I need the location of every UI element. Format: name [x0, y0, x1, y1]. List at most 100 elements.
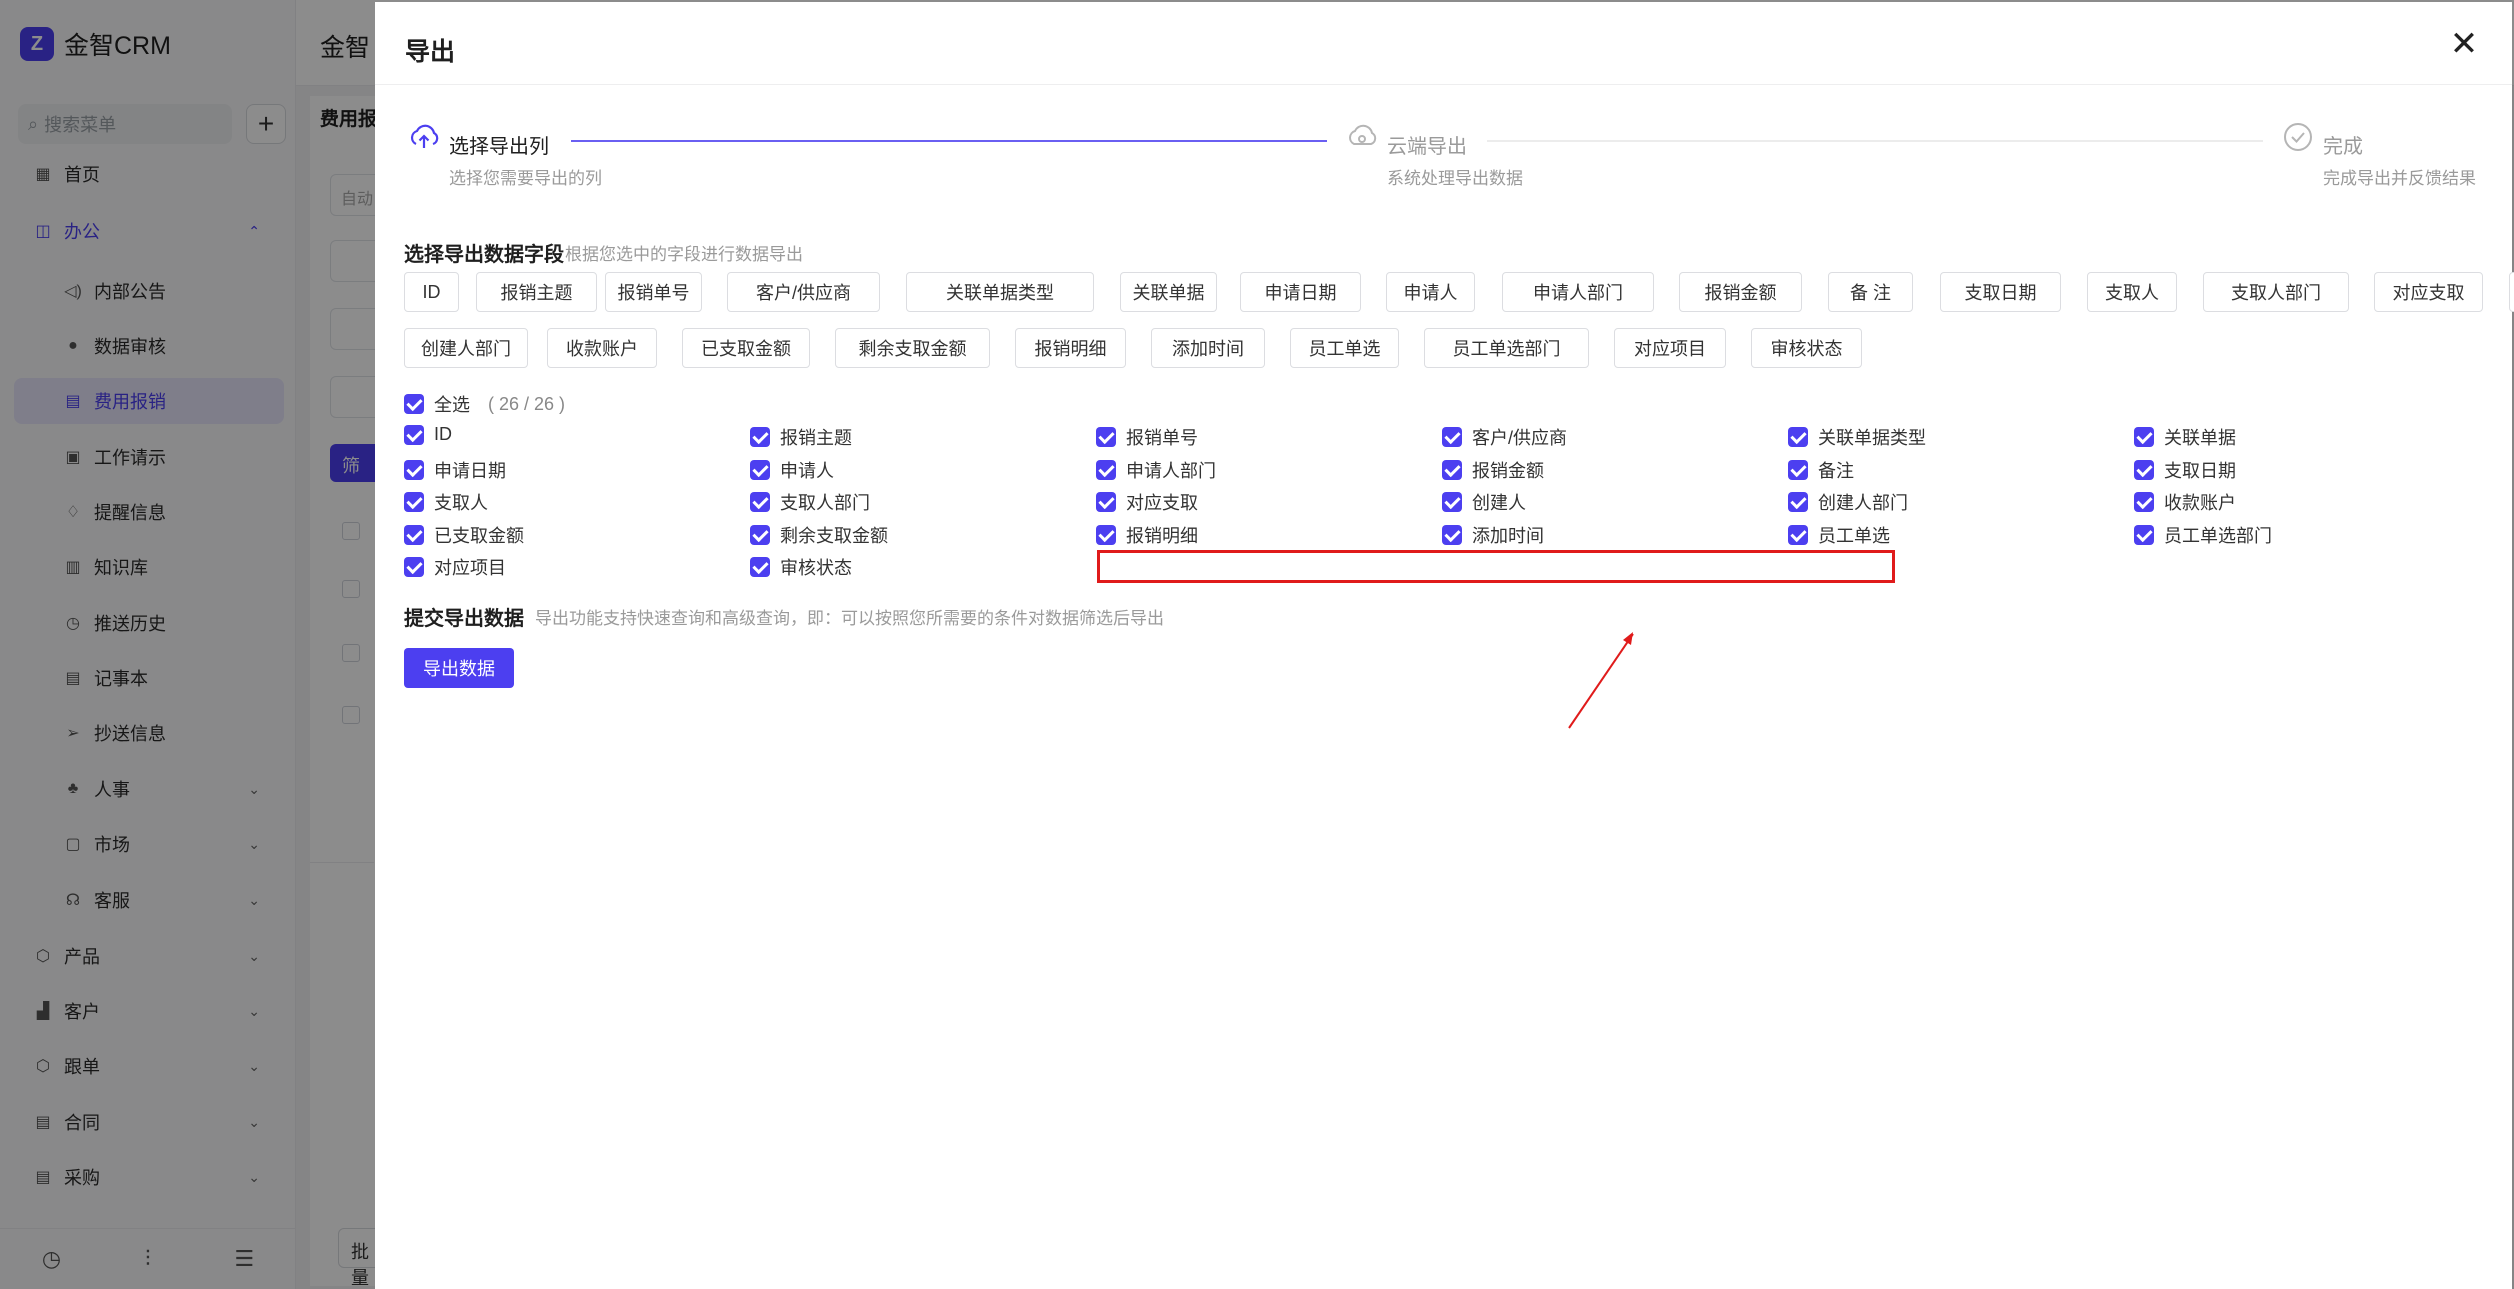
field-chip[interactable]: 员工单选部门 — [1424, 328, 1589, 368]
checkbox-label: 申请日期 — [434, 461, 506, 481]
field-chip[interactable]: 申请日期 — [1240, 272, 1361, 312]
field-chip[interactable]: 关联单据类型 — [906, 272, 1094, 312]
checkbox-checked-icon — [1442, 492, 1462, 512]
field-chip[interactable]: 报销单号 — [605, 272, 702, 312]
checkbox-label: 创建人部门 — [1818, 493, 1908, 513]
field-chip[interactable]: 对应项目 — [1614, 328, 1726, 368]
checkbox-label: ID — [434, 424, 452, 444]
field-checkbox[interactable]: ID — [404, 424, 452, 445]
checkbox-checked-icon — [1788, 492, 1808, 512]
checkbox-label: 关联单据 — [2164, 428, 2236, 448]
checkbox-label: 支取人 — [434, 493, 488, 513]
field-checkbox[interactable]: 剩余支取金额 — [750, 522, 888, 548]
checkbox-checked-icon — [404, 492, 424, 512]
checkbox-checked-icon — [1096, 525, 1116, 545]
field-checkbox[interactable]: 支取人部门 — [750, 489, 870, 515]
field-checkbox[interactable]: 审核状态 — [750, 554, 852, 580]
field-chip[interactable]: 对应支取 — [2374, 272, 2483, 312]
field-checkbox[interactable]: 对应支取 — [1096, 489, 1198, 515]
checkbox-label: 剩余支取金额 — [780, 526, 888, 546]
checkbox-label: 支取日期 — [2164, 461, 2236, 481]
field-checkbox[interactable]: 添加时间 — [1442, 522, 1544, 548]
field-chip[interactable]: 申请人 — [1386, 272, 1475, 312]
close-icon[interactable]: ✕ — [2446, 26, 2482, 62]
field-checkbox[interactable]: 报销单号 — [1096, 424, 1198, 450]
checkbox-checked-icon — [1788, 525, 1808, 545]
field-chip[interactable]: 创建人 — [2509, 272, 2514, 312]
checkbox-checked-icon — [750, 492, 770, 512]
section-title: 选择导出数据字段 — [404, 244, 564, 266]
select-all-checkbox[interactable]: 全选 ( 26 / 26 ) — [404, 391, 565, 417]
export-data-button[interactable]: 导出数据 — [404, 648, 514, 688]
field-chip[interactable]: 创建人部门 — [404, 328, 528, 368]
field-checkbox[interactable]: 员工单选 — [1788, 522, 1890, 548]
checkbox-checked-icon — [404, 394, 424, 414]
field-checkbox[interactable]: 支取日期 — [2134, 457, 2236, 483]
checkbox-label: 关联单据类型 — [1818, 428, 1926, 448]
checkbox-label: 对应支取 — [1126, 493, 1198, 513]
step-desc: 完成导出并反馈结果 — [2323, 169, 2476, 188]
field-chip[interactable]: 支取人 — [2087, 272, 2177, 312]
check-circle-icon — [2284, 123, 2312, 151]
field-checkbox[interactable]: 收款账户 — [2134, 489, 2236, 515]
field-checkbox[interactable]: 申请日期 — [404, 457, 506, 483]
checkbox-label: 支取人部门 — [780, 493, 870, 513]
section-title: 提交导出数据 — [404, 608, 524, 630]
field-checkbox[interactable]: 关联单据类型 — [1788, 424, 1926, 450]
annotation-highlight-box — [1097, 550, 1895, 583]
step-connector — [1487, 140, 2263, 142]
checkbox-label: 申请人部门 — [1126, 461, 1216, 481]
checkbox-checked-icon — [1442, 525, 1462, 545]
step-desc: 选择您需要导出的列 — [449, 169, 602, 188]
field-checkbox[interactable]: 支取人 — [404, 489, 488, 515]
checkbox-checked-icon — [750, 427, 770, 447]
field-checkbox[interactable]: 申请人部门 — [1096, 457, 1216, 483]
select-all-label: 全选 — [434, 395, 470, 415]
field-checkbox[interactable]: 员工单选部门 — [2134, 522, 2272, 548]
field-checkbox[interactable]: 创建人 — [1442, 489, 1526, 515]
field-chip[interactable]: 收款账户 — [547, 328, 657, 368]
field-chip[interactable]: 报销主题 — [476, 272, 597, 312]
field-chip[interactable]: 支取人部门 — [2203, 272, 2349, 312]
checkbox-checked-icon — [1788, 427, 1808, 447]
field-chip[interactable]: 审核状态 — [1751, 328, 1862, 368]
field-chip[interactable]: 添加时间 — [1151, 328, 1265, 368]
field-chip[interactable]: 报销金额 — [1679, 272, 1802, 312]
field-checkbox[interactable]: 申请人 — [750, 457, 834, 483]
checkbox-label: 报销明细 — [1126, 526, 1198, 546]
field-checkbox[interactable]: 报销主题 — [750, 424, 852, 450]
divider — [375, 84, 2512, 85]
field-chip[interactable]: 申请人部门 — [1502, 272, 1654, 312]
field-checkbox[interactable]: 客户/供应商 — [1442, 424, 1567, 450]
checkbox-label: 添加时间 — [1472, 526, 1544, 546]
field-checkbox[interactable]: 创建人部门 — [1788, 489, 1908, 515]
step-title: 选择导出列 — [449, 136, 549, 158]
field-chip[interactable]: 剩余支取金额 — [835, 328, 990, 368]
export-dialog: 导出 ✕ 选择导出列 选择您需要导出的列 云端导出 系统处理导出数据 完成 完成… — [375, 2, 2514, 1289]
field-chip[interactable]: 备 注 — [1828, 272, 1913, 312]
checkbox-label: 报销主题 — [780, 428, 852, 448]
field-checkbox[interactable]: 关联单据 — [2134, 424, 2236, 450]
field-checkbox[interactable]: 对应项目 — [404, 554, 506, 580]
checkbox-checked-icon — [404, 424, 424, 445]
field-chip[interactable]: 已支取金额 — [682, 328, 810, 368]
step-title: 云端导出 — [1387, 136, 1467, 158]
field-chip[interactable]: 客户/供应商 — [727, 272, 880, 312]
checkbox-label: 收款账户 — [2164, 493, 2236, 513]
section-note: 根据您选中的字段进行数据导出 — [565, 245, 803, 264]
field-chip[interactable]: 关联单据 — [1120, 272, 1217, 312]
field-checkbox[interactable]: 报销金额 — [1442, 457, 1544, 483]
checkbox-checked-icon — [1442, 460, 1462, 480]
checkbox-label: 申请人 — [780, 461, 834, 481]
field-chip[interactable]: 员工单选 — [1290, 328, 1399, 368]
field-chip[interactable]: 报销明细 — [1015, 328, 1126, 368]
field-chip[interactable]: 支取日期 — [1940, 272, 2061, 312]
field-checkbox[interactable]: 报销明细 — [1096, 522, 1198, 548]
checkbox-checked-icon — [1442, 427, 1462, 447]
field-chip[interactable]: ID — [404, 272, 459, 312]
field-checkbox[interactable]: 备注 — [1788, 457, 1854, 483]
checkbox-checked-icon — [2134, 525, 2154, 545]
checkbox-label: 创建人 — [1472, 493, 1526, 513]
checkbox-label: 报销单号 — [1126, 428, 1198, 448]
field-checkbox[interactable]: 已支取金额 — [404, 522, 524, 548]
